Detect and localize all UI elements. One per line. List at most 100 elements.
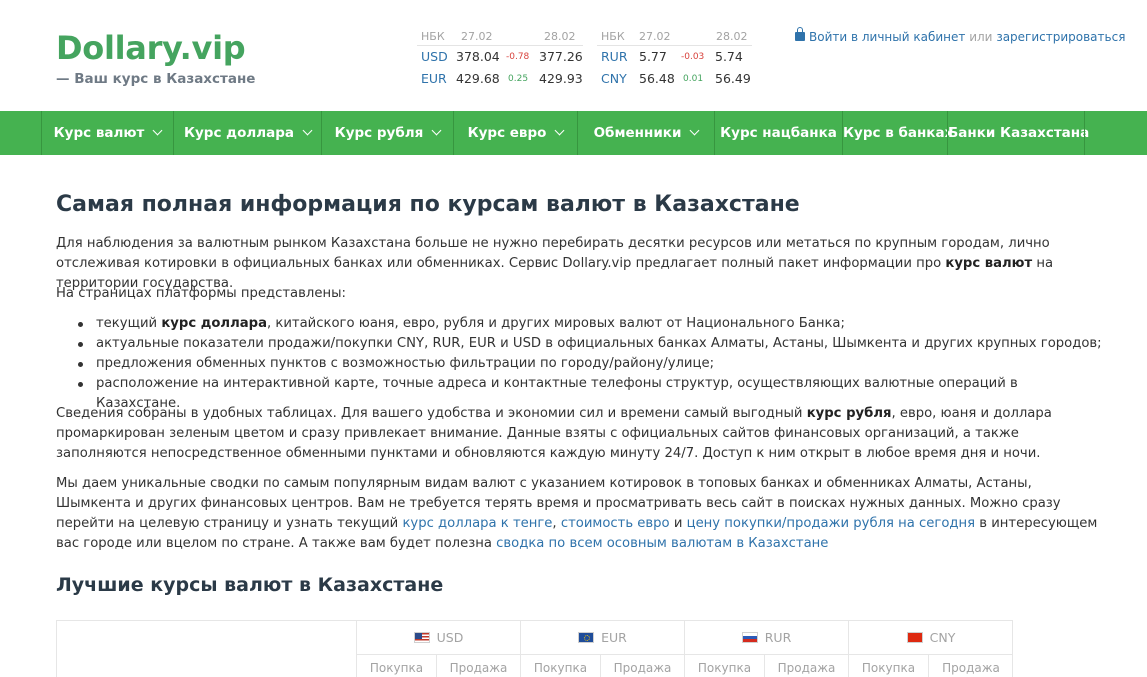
usd-buy-header[interactable]: Покупка: [357, 655, 437, 677]
column-header-eur[interactable]: EUR: [521, 621, 685, 655]
nav-item-ruble-rate[interactable]: Курс рубля: [322, 111, 453, 155]
rates-header: НБК 27.02 28.02: [597, 28, 752, 46]
table-corner-cell: [57, 621, 357, 677]
auth-or: или: [969, 30, 993, 44]
rate-delta: 0.01: [683, 74, 704, 84]
text: , китайского юаня, евро, рубля и других …: [267, 316, 845, 331]
rate-value-2: 5.74: [715, 49, 743, 64]
rates-header: НБК 27.02 28.02: [417, 28, 583, 46]
eur-sell-header[interactable]: Продажа: [601, 655, 685, 677]
text: текущий: [96, 316, 162, 331]
main-content: Самая полная информация по курсам валют …: [56, 190, 1106, 596]
text: и: [669, 516, 687, 531]
rate-row: USD 378.04 -0.78 377.26: [417, 46, 583, 68]
rates-source: НБК: [421, 30, 445, 43]
rate-delta: -0.03: [681, 52, 705, 62]
rate-code[interactable]: RUR: [601, 49, 628, 64]
site-tagline: — Ваш курс в Казахстане: [56, 71, 256, 87]
cny-sell-header[interactable]: Продажа: [929, 655, 1013, 677]
nav-item-euro-rate[interactable]: Курс евро: [454, 111, 577, 155]
rate-value-1: 429.68: [456, 71, 500, 86]
rates-source: НБК: [601, 30, 625, 43]
summaries-paragraph: Мы даем уникальные сводки по самым попул…: [56, 474, 1106, 554]
rate-row: RUR 5.77 -0.03 5.74: [597, 46, 752, 68]
rate-value-2: 56.49: [715, 71, 751, 86]
main-nav: Курс валют Курс доллара Курс рубля Курс …: [0, 111, 1147, 155]
text: Сведения собраны в удобных таблицах. Для…: [56, 406, 807, 421]
text: ,: [552, 516, 561, 531]
nav-item-label: Курс валют: [53, 125, 145, 141]
login-link[interactable]: Войти в личный кабинет: [809, 30, 965, 44]
column-header-rur[interactable]: RUR: [685, 621, 849, 655]
rate-row: EUR 429.68 0.25 429.93: [417, 68, 583, 90]
nav-divider: [1084, 111, 1085, 155]
rate-code[interactable]: EUR: [421, 71, 447, 86]
dollar-to-tenge-link[interactable]: курс доллара к тенге: [402, 516, 552, 531]
auth-links: Войти в личный кабинет или зарегистриров…: [795, 27, 1125, 44]
nav-item-label: Курс доллара: [183, 125, 295, 141]
euro-price-link[interactable]: стоимость евро: [561, 516, 670, 531]
register-link[interactable]: зарегистрироваться: [996, 30, 1125, 44]
bold-text: курс доллара: [161, 316, 267, 331]
ru-flag-icon: [741, 632, 758, 643]
eu-flag-icon: [578, 632, 595, 643]
currency-summary-link[interactable]: сводка по всем осовным валютам в Казахст…: [496, 536, 828, 551]
list-item: текущий курс доллара, китайского юаня, е…: [78, 314, 1106, 334]
cny-buy-header[interactable]: Покупка: [849, 655, 929, 677]
bold-text: курс валют: [945, 256, 1033, 271]
currency-code: RUR: [764, 630, 792, 645]
nav-item-national-bank-rate[interactable]: Курс нацбанка: [715, 111, 842, 155]
nav-item-label: Курс евро: [467, 125, 547, 141]
rur-buy-header[interactable]: Покупка: [685, 655, 765, 677]
best-rates-table: USD EUR RUR CNY Покупка Продажа Покупка …: [56, 620, 1013, 677]
rate-value-2: 377.26: [539, 49, 583, 64]
currency-code: USD: [436, 630, 464, 645]
features-list: текущий курс доллара, китайского юаня, е…: [78, 314, 1106, 414]
us-flag-icon: [413, 632, 430, 643]
nav-item-kazakhstan-banks[interactable]: Банки Казахстана: [948, 111, 1089, 155]
currency-code: EUR: [601, 630, 627, 645]
best-rates-heading: Лучшие курсы валют в Казахстане: [56, 574, 444, 596]
header: Dollary.vip — Ваш курс в Казахстане НБК …: [0, 0, 1147, 111]
tables-paragraph: Сведения собраны в удобных таблицах. Для…: [56, 404, 1106, 464]
chevron-down-icon: [431, 125, 442, 136]
rates-date-1: 27.02: [639, 30, 671, 43]
rate-value-1: 378.04: [456, 49, 500, 64]
lock-icon: [795, 27, 805, 41]
currency-code: CNY: [929, 630, 956, 645]
ruble-price-link[interactable]: цену покупки/продажи рубля на сегодня: [687, 516, 975, 531]
nav-item-label: Курс в банках: [843, 125, 954, 141]
chevron-down-icon: [302, 125, 313, 136]
column-header-usd[interactable]: USD: [357, 621, 521, 655]
eur-buy-header[interactable]: Покупка: [521, 655, 601, 677]
nbk-rates-left: НБК 27.02 28.02 USD 378.04 -0.78 377.26 …: [417, 28, 583, 90]
usd-sell-header[interactable]: Продажа: [437, 655, 521, 677]
list-item: предложения обменных пунктов с возможнос…: [78, 354, 1106, 374]
nav-item-currency-rates[interactable]: Курс валют: [42, 111, 173, 155]
bold-text: курс рубля: [806, 406, 892, 421]
nav-item-label: Курс рубля: [334, 125, 424, 141]
chevron-down-icon: [152, 125, 163, 136]
rate-delta: -0.78: [506, 52, 530, 62]
nav-item-label: Обменники: [593, 125, 682, 141]
nav-item-label: Курс нацбанка: [720, 125, 837, 141]
rur-sell-header[interactable]: Продажа: [765, 655, 849, 677]
nav-item-exchangers[interactable]: Обменники: [578, 111, 714, 155]
rate-delta: 0.25: [508, 74, 529, 84]
rate-code[interactable]: USD: [421, 49, 448, 64]
chevron-down-icon: [689, 125, 700, 136]
cn-flag-icon: [906, 632, 923, 643]
nav-item-dollar-rate[interactable]: Курс доллара: [174, 111, 321, 155]
page-title: Самая полная информация по курсам валют …: [56, 192, 800, 217]
column-header-cny[interactable]: CNY: [849, 621, 1013, 655]
rate-value-1: 5.77: [639, 49, 667, 64]
rates-date-1: 27.02: [461, 30, 493, 43]
nav-item-bank-rates[interactable]: Курс в банках: [843, 111, 953, 155]
list-item: актуальные показатели продажи/покупки CN…: [78, 334, 1106, 354]
rate-value-1: 56.48: [639, 71, 675, 86]
site-logo[interactable]: Dollary.vip: [56, 30, 246, 66]
chevron-down-icon: [554, 125, 565, 136]
nbk-rates-right: НБК 27.02 28.02 RUR 5.77 -0.03 5.74 CNY …: [597, 28, 752, 90]
rates-date-2: 28.02: [544, 30, 576, 43]
rate-code[interactable]: CNY: [601, 71, 627, 86]
